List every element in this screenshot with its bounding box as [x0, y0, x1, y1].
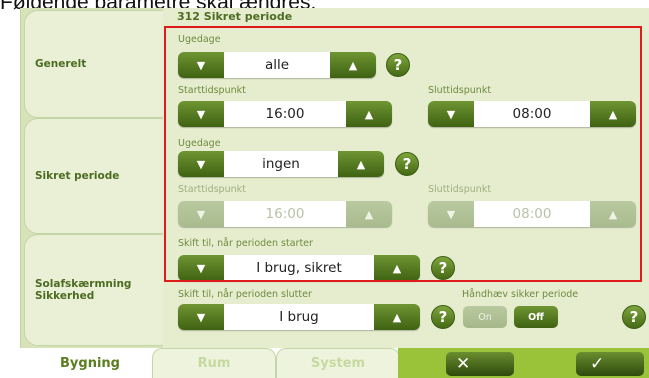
panel-title: 312 Sikret periode	[177, 10, 293, 23]
sidebar-item-label: Generelt	[35, 58, 87, 70]
sidebar-item-sikret-periode[interactable]: Sikret periode	[24, 118, 174, 234]
highlight-box	[164, 26, 642, 282]
switch-end-spinner: ▼ I brug ▲	[178, 304, 420, 330]
switch-end-label: Skift til, når perioden slutter	[178, 289, 312, 300]
tab-system[interactable]: System	[276, 348, 400, 378]
tab-rum[interactable]: Rum	[152, 348, 276, 378]
enforce-label: Håndhæv sikker periode	[462, 289, 579, 300]
chevron-down-icon: ▼	[196, 310, 206, 324]
enforce-on-button[interactable]: On	[463, 306, 507, 328]
switch-end-up-button[interactable]: ▲	[374, 304, 420, 330]
switch-end-down-button[interactable]: ▼	[178, 304, 224, 330]
close-icon: ✕	[456, 354, 471, 374]
sidebar-item-solafskaermning[interactable]: Solafskærmning Sikkerhed	[24, 234, 174, 346]
tab-label: System	[310, 356, 366, 371]
checkmark-icon: ✓	[590, 354, 605, 374]
confirm-button[interactable]: ✓	[576, 352, 644, 376]
switch-end-value: I brug	[224, 304, 374, 330]
tab-label: Rum	[197, 356, 231, 371]
help-icon[interactable]: ?	[622, 305, 646, 329]
cancel-button[interactable]: ✕	[446, 352, 514, 376]
tab-bygning[interactable]: Bygning	[28, 348, 152, 378]
help-icon[interactable]: ?	[431, 305, 455, 329]
enforce-off-button[interactable]: Off	[514, 306, 558, 328]
sidebar-item-label: Solafskærmning Sikkerhed	[35, 278, 132, 302]
chevron-up-icon: ▲	[392, 310, 402, 324]
sidebar-item-generelt[interactable]: Generelt	[24, 10, 174, 118]
sidebar-item-label: Sikret periode	[35, 170, 120, 182]
tab-label: Bygning	[60, 355, 120, 371]
